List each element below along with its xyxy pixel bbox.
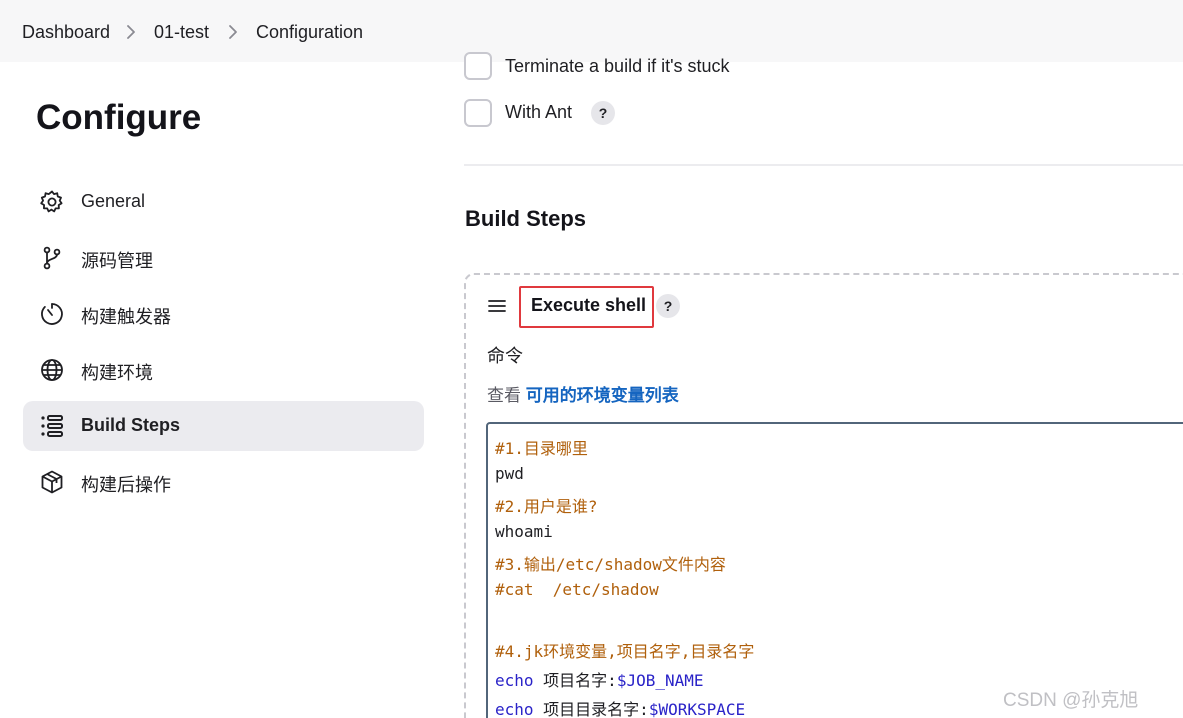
breadcrumb: Dashboard 01-test Configuration (0, 0, 1183, 62)
sidebar-item-label: 源码管理 (81, 251, 153, 271)
code-line: echo 项目目录名字:$WORKSPACE (495, 696, 745, 718)
code-keyword: echo (495, 671, 534, 690)
code-keyword: echo (495, 700, 534, 718)
sidebar-item-label: Build Steps (81, 415, 181, 435)
breadcrumb-dashboard[interactable]: Dashboard (22, 22, 110, 43)
gear-icon (39, 189, 65, 215)
code-variable: $JOB_NAME (616, 671, 704, 690)
env-vars-link[interactable]: 可用的环境变量列表 (526, 386, 679, 405)
code-line: #cat /etc/shadow (495, 580, 659, 599)
code-text: 项目目录名字: (533, 700, 649, 718)
help-icon[interactable]: ? (591, 101, 615, 125)
with-ant-label: With Ant (505, 102, 573, 122)
code-text: 项目名字: (533, 671, 617, 690)
chevron-right-icon (228, 24, 238, 40)
globe-icon (39, 357, 65, 383)
sidebar-item-build-triggers[interactable]: 构建触发器 (23, 289, 424, 339)
with-ant-checkbox[interactable] (464, 99, 492, 127)
timer-icon (39, 301, 65, 327)
sidebar-item-label: General (81, 191, 146, 211)
sidebar-item-label: 构建环境 (81, 363, 153, 383)
section-title-build-steps: Build Steps (465, 206, 587, 231)
sidebar-item-build-environment[interactable]: 构建环境 (23, 345, 424, 395)
breadcrumb-job[interactable]: 01-test (154, 22, 209, 43)
sidebar-item-post-build[interactable]: 构建后操作 (23, 457, 424, 507)
code-line: echo 项目名字:$JOB_NAME (495, 667, 704, 691)
package-icon (39, 469, 65, 495)
env-vars-prefix: 查看 (487, 386, 526, 405)
code-line: #1.目录哪里 (495, 439, 588, 458)
watermark: CSDN @孙克旭 (1003, 690, 1139, 711)
chevron-right-icon (126, 24, 136, 40)
code-line: #2.用户是谁? (495, 497, 598, 516)
branch-icon (39, 245, 65, 271)
sidebar-item-source-control[interactable]: 源码管理 (23, 233, 424, 283)
code-line: pwd (495, 464, 524, 483)
drag-handle-icon[interactable] (487, 298, 507, 314)
breadcrumb-configuration[interactable]: Configuration (256, 22, 363, 43)
code-variable: $WORKSPACE (648, 700, 746, 718)
page-title: Configure (36, 98, 202, 137)
sidebar-item-label: 构建触发器 (81, 307, 171, 327)
list-icon (39, 413, 65, 439)
help-icon[interactable]: ? (656, 294, 680, 318)
code-line: #4.jk环境变量,项目名字,目录名字 (495, 642, 755, 661)
terminate-stuck-label: Terminate a build if it's stuck (505, 56, 730, 76)
code-line: whoami (495, 522, 553, 541)
terminate-stuck-checkbox[interactable] (464, 52, 492, 80)
code-line: #3.输出/etc/shadow文件内容 (495, 555, 726, 574)
sidebar-item-build-steps[interactable]: Build Steps (23, 401, 424, 451)
step-title: Execute shell (531, 295, 647, 315)
command-label: 命令 (487, 346, 523, 366)
sidebar-item-general[interactable]: General (23, 177, 424, 227)
env-vars-line: 查看 可用的环境变量列表 (487, 381, 679, 406)
section-divider (464, 164, 1183, 166)
sidebar-item-label: 构建后操作 (81, 475, 171, 495)
